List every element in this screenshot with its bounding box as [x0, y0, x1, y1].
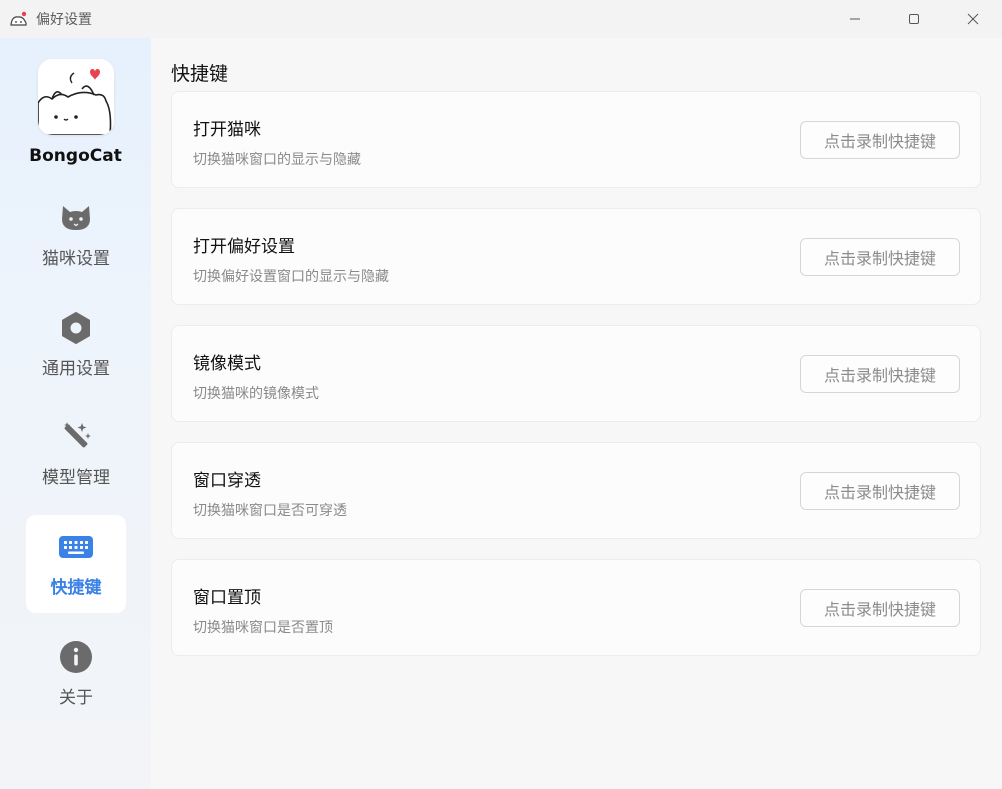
shortcut-card-open-preferences: 打开偏好设置 切换偏好设置窗口的显示与隐藏 点击录制快捷键 [171, 208, 981, 305]
record-shortcut-button[interactable]: 点击录制快捷键 [800, 238, 960, 276]
shortcut-description: 切换猫咪窗口的显示与隐藏 [193, 152, 361, 168]
record-shortcut-button[interactable]: 点击录制快捷键 [800, 355, 960, 393]
page-title: 快捷键 [171, 63, 229, 85]
shortcut-description: 切换偏好设置窗口的显示与隐藏 [193, 269, 389, 285]
shortcut-description: 切换猫咪窗口是否可穿透 [193, 503, 347, 519]
sidebar-item-label: 猫咪设置 [42, 249, 110, 269]
maximize-button[interactable] [884, 0, 943, 38]
shortcut-card-always-on-top: 窗口置顶 切换猫咪窗口是否置顶 点击录制快捷键 [171, 559, 981, 656]
shortcut-title: 打开猫咪 [193, 120, 261, 140]
window-controls [825, 0, 1002, 38]
minimize-button[interactable] [825, 0, 884, 38]
shortcut-card-open-cat: 打开猫咪 切换猫咪窗口的显示与隐藏 点击录制快捷键 [171, 91, 981, 188]
shortcut-description: 切换猫咪窗口是否置顶 [193, 620, 333, 636]
record-shortcut-button[interactable]: 点击录制快捷键 [800, 472, 960, 510]
magic-wand-icon [58, 419, 94, 455]
app-logo [38, 59, 114, 135]
shortcut-card-window-passthrough: 窗口穿透 切换猫咪窗口是否可穿透 点击录制快捷键 [171, 442, 981, 539]
sidebar-item-label: 关于 [59, 688, 93, 708]
close-icon [967, 13, 978, 25]
sidebar-item-general-settings[interactable]: 通用设置 [26, 296, 126, 394]
shortcut-title: 窗口穿透 [193, 471, 261, 491]
shortcut-title: 打开偏好设置 [193, 237, 295, 257]
sidebar-item-shortcuts[interactable]: 快捷键 [26, 515, 126, 613]
info-icon [58, 639, 94, 675]
shortcut-title: 窗口置顶 [193, 588, 261, 608]
sidebar-item-label: 通用设置 [42, 359, 110, 379]
sidebar: BongoCat 猫咪设置 通用设置 模型管理 快捷键 关于 [0, 38, 151, 789]
close-button[interactable] [943, 0, 1002, 38]
cat-icon [58, 200, 94, 236]
keyboard-icon [58, 529, 94, 565]
hexagon-settings-icon [58, 310, 94, 346]
record-shortcut-button[interactable]: 点击录制快捷键 [800, 121, 960, 159]
sidebar-item-cat-settings[interactable]: 猫咪设置 [26, 186, 126, 284]
sidebar-item-model-management[interactable]: 模型管理 [26, 405, 126, 503]
shortcut-title: 镜像模式 [193, 354, 261, 374]
app-name: BongoCat [29, 146, 122, 166]
shortcut-description: 切换猫咪的镜像模式 [193, 386, 319, 402]
bongocat-icon [9, 9, 29, 29]
minimize-icon [849, 18, 860, 20]
shortcut-card-mirror-mode: 镜像模式 切换猫咪的镜像模式 点击录制快捷键 [171, 325, 981, 422]
title-bar: 偏好设置 [0, 0, 1002, 38]
maximize-icon [908, 14, 919, 24]
sidebar-item-label: 模型管理 [42, 468, 110, 488]
sidebar-item-about[interactable]: 关于 [26, 625, 126, 723]
record-shortcut-button[interactable]: 点击录制快捷键 [800, 589, 960, 627]
sidebar-item-label: 快捷键 [50, 578, 102, 598]
window-title: 偏好设置 [36, 12, 92, 28]
